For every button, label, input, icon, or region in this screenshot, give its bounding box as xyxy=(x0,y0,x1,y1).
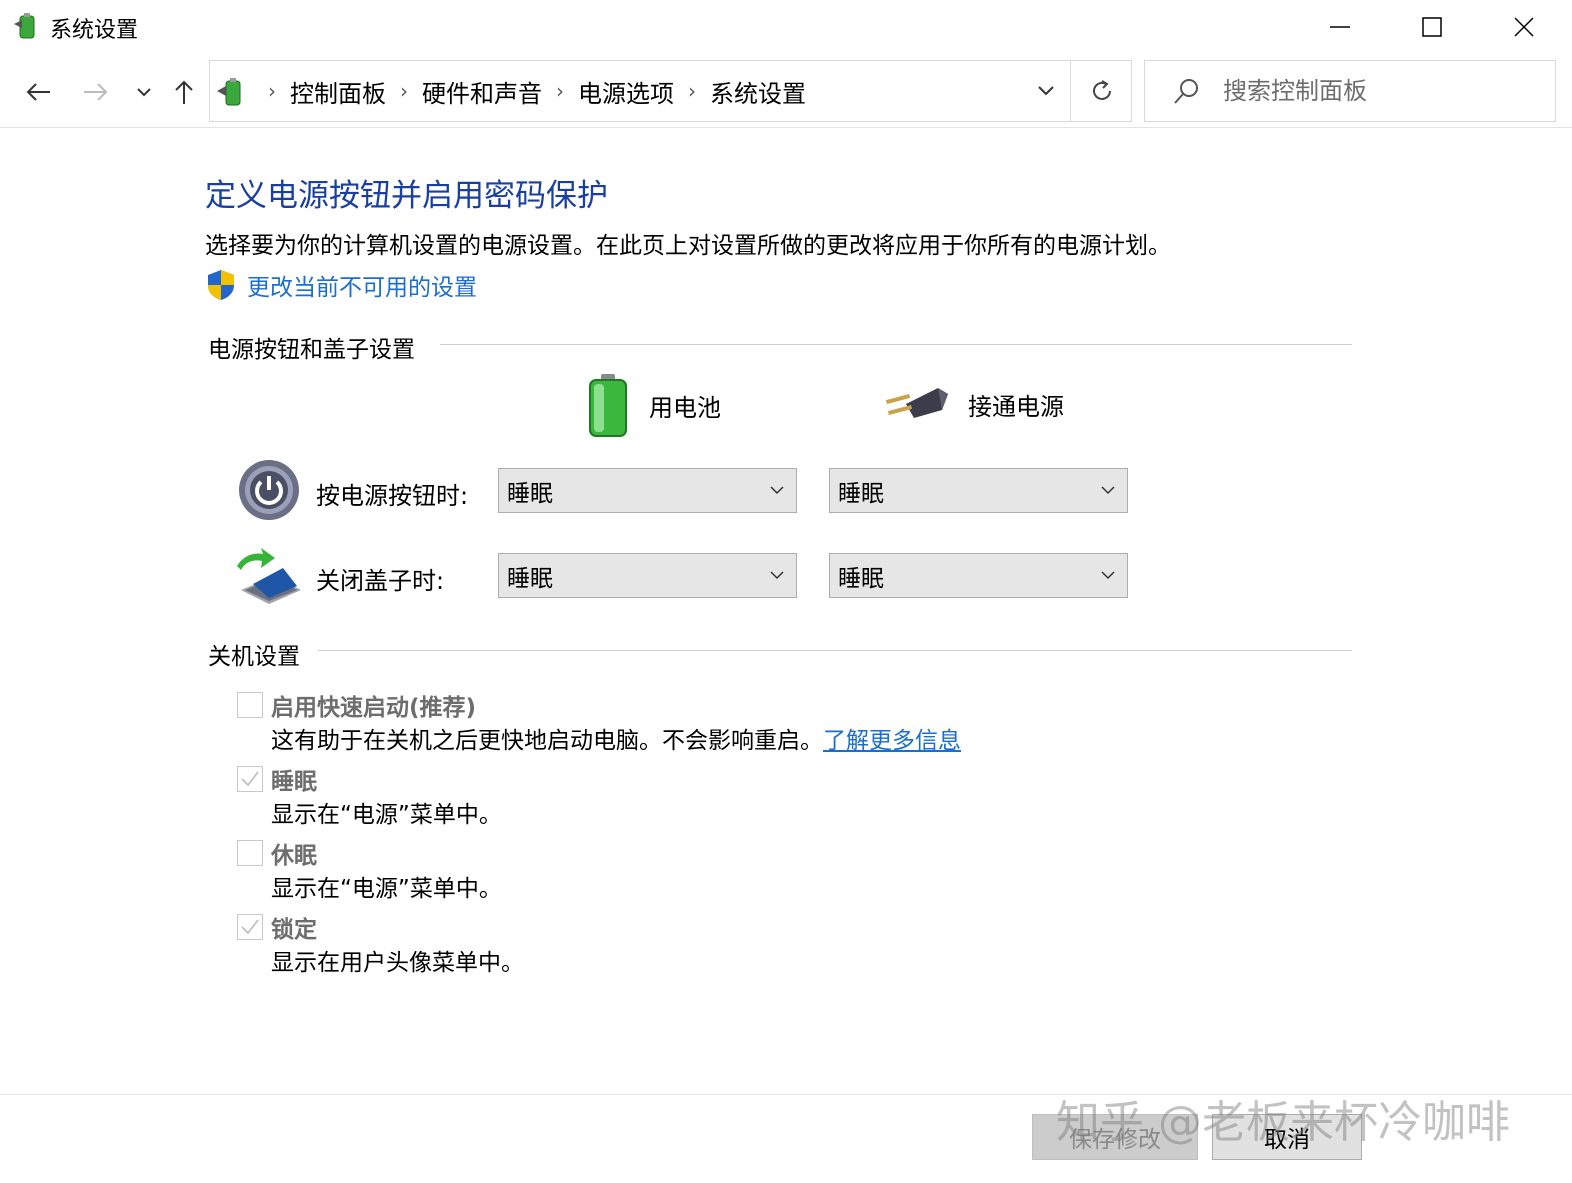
search-icon xyxy=(1171,77,1201,107)
chevron-down-icon xyxy=(137,88,151,97)
chevron-down-icon xyxy=(770,486,784,495)
uac-shield-icon xyxy=(208,270,234,300)
battery-column-header: 用电池 xyxy=(585,372,721,438)
breadcrumb-system-settings[interactable]: 系统设置 xyxy=(710,74,806,109)
power-plug-icon xyxy=(885,388,948,418)
hibernate-checkbox[interactable] xyxy=(237,840,263,866)
sleep-checkbox[interactable] xyxy=(237,766,263,792)
window-title: 系统设置 xyxy=(50,18,139,43)
fast-startup-desc-text: 这有助于在关机之后更快地启动电脑。不会影响重启。 xyxy=(271,728,823,754)
battery-column-label: 用电池 xyxy=(649,393,721,422)
checkmark-icon xyxy=(241,771,259,787)
sleep-title: 睡眠 xyxy=(271,769,317,795)
lock-title: 锁定 xyxy=(271,917,317,943)
chevron-down-icon xyxy=(1038,86,1054,96)
forward-button[interactable] xyxy=(78,74,114,110)
lock-checkbox[interactable] xyxy=(237,914,263,940)
power-section-title: 电源按钮和盖子设置 xyxy=(208,330,429,364)
lid-close-plugged-select[interactable]: 睡眠 xyxy=(829,553,1128,598)
hibernate-title: 休眠 xyxy=(271,843,317,869)
chevron-down-icon xyxy=(1101,571,1115,580)
close-button[interactable] xyxy=(1478,0,1570,54)
lock-desc: 显示在用户头像菜单中。 xyxy=(271,950,524,976)
navigation-bar: › 控制面板 › 硬件和声音 › 电源选项 › 系统设置 xyxy=(0,56,1572,128)
page-description: 选择要为你的计算机设置的电源设置。在此页上对设置所做的更改将应用于你所有的电源计… xyxy=(205,233,1171,259)
select-value: 睡眠 xyxy=(838,565,884,592)
select-value: 睡眠 xyxy=(838,480,884,507)
breadcrumb: › 控制面板 › 硬件和声音 › 电源选项 › 系统设置 xyxy=(254,61,806,121)
hibernate-desc: 显示在“电源”菜单中。 xyxy=(271,876,502,902)
chevron-down-icon xyxy=(1101,486,1115,495)
power-button-icon xyxy=(237,458,301,526)
refresh-icon xyxy=(1092,80,1111,100)
battery-icon xyxy=(589,374,627,437)
search-input[interactable] xyxy=(1223,71,1543,111)
select-value: 睡眠 xyxy=(507,480,553,507)
plugged-column-label: 接通电源 xyxy=(968,392,1064,421)
breadcrumb-hardware-sound[interactable]: 硬件和声音 xyxy=(422,74,542,109)
lid-close-label: 关闭盖子时: xyxy=(316,567,445,595)
arrow-up-icon xyxy=(175,80,193,104)
checkmark-icon xyxy=(241,919,259,935)
chevron-right-icon[interactable]: › xyxy=(688,79,696,103)
arrow-right-icon xyxy=(84,83,108,101)
minimize-button[interactable] xyxy=(1294,0,1386,54)
search-box[interactable] xyxy=(1144,60,1556,122)
uac-link-label[interactable]: 更改当前不可用的设置 xyxy=(247,268,477,302)
section-divider xyxy=(318,650,1352,651)
chevron-down-icon xyxy=(770,571,784,580)
section-divider xyxy=(440,344,1352,345)
shutdown-section-title: 关机设置 xyxy=(208,637,314,671)
page-title: 定义电源按钮并启用密码保护 xyxy=(205,178,608,214)
address-history-button[interactable] xyxy=(1022,61,1070,121)
title-bar: 系统设置 xyxy=(0,0,1572,54)
maximize-button[interactable] xyxy=(1386,0,1478,54)
up-button[interactable] xyxy=(166,74,202,110)
address-bar[interactable]: › 控制面板 › 硬件和声音 › 电源选项 › 系统设置 xyxy=(209,60,1132,122)
arrow-left-icon xyxy=(26,83,50,101)
chevron-right-icon[interactable]: › xyxy=(556,79,564,103)
sleep-desc: 显示在“电源”菜单中。 xyxy=(271,802,502,828)
fast-startup-title: 启用快速启动(推荐) xyxy=(271,695,477,721)
laptop-lid-icon xyxy=(235,546,303,610)
recent-locations-button[interactable] xyxy=(126,74,162,110)
watermark: 知乎 @老板来杯冷咖啡 xyxy=(1056,1097,1510,1148)
power-button-plugged-select[interactable]: 睡眠 xyxy=(829,468,1128,513)
change-unavailable-settings-link[interactable]: 更改当前不可用的设置 xyxy=(205,268,477,302)
back-button[interactable] xyxy=(20,74,56,110)
plugged-column-header: 接通电源 xyxy=(884,384,1064,424)
breadcrumb-control-panel[interactable]: 控制面板 xyxy=(290,74,386,109)
select-value: 睡眠 xyxy=(507,565,553,592)
power-button-battery-select[interactable]: 睡眠 xyxy=(498,468,797,513)
power-button-label: 按电源按钮时: xyxy=(316,482,469,510)
learn-more-link[interactable]: 了解更多信息 xyxy=(823,728,961,754)
chevron-right-icon: › xyxy=(268,79,276,103)
fast-startup-checkbox[interactable] xyxy=(237,692,263,718)
chevron-right-icon[interactable]: › xyxy=(400,79,408,103)
fast-startup-desc: 这有助于在关机之后更快地启动电脑。不会影响重启。了解更多信息 xyxy=(271,721,961,755)
lid-close-battery-select[interactable]: 睡眠 xyxy=(498,553,797,598)
power-options-icon xyxy=(12,10,42,42)
breadcrumb-power-options[interactable]: 电源选项 xyxy=(578,74,674,109)
power-options-icon xyxy=(214,73,250,109)
refresh-button[interactable] xyxy=(1070,61,1132,121)
